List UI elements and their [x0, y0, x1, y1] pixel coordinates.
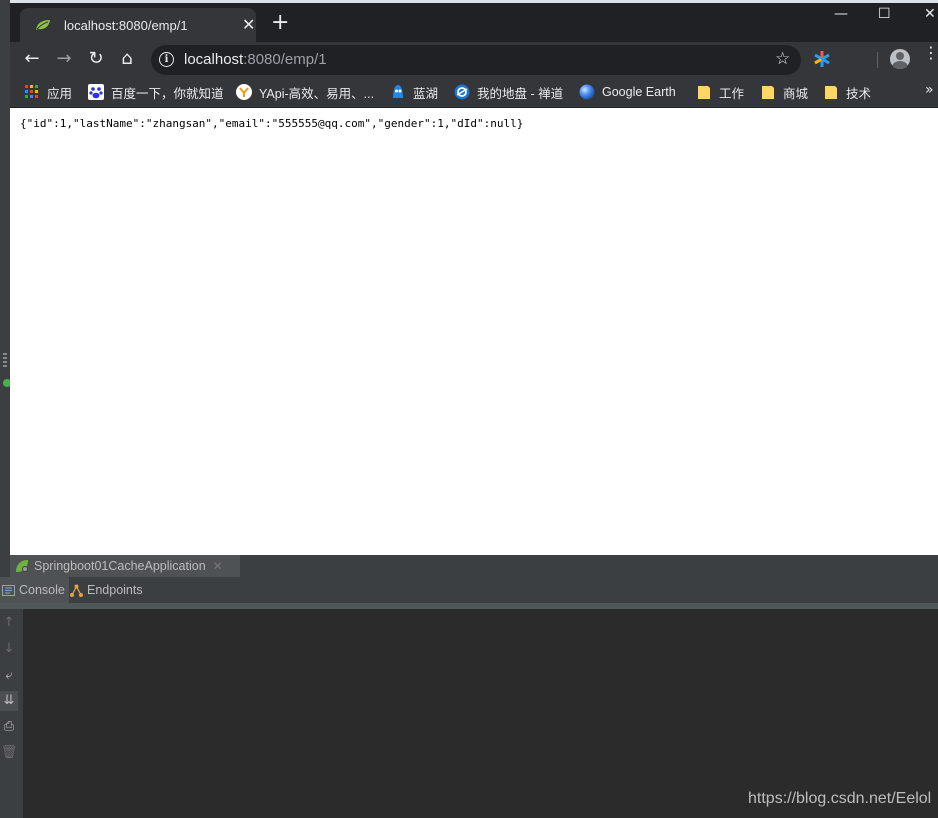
- bookmark-label: 我的地盘 - 禅道: [477, 86, 564, 101]
- url-host: localhost: [184, 51, 244, 68]
- bookmark-lanhu[interactable]: 蓝湖: [390, 77, 438, 107]
- browser-titlebar: localhost:8080/emp/1 ✕ + — ☐ ✕: [10, 0, 938, 45]
- bookmarks-bar: 应用 百度一下，你就知道 YApi-高效、易用、... 蓝湖 我的地盘 - 禅道…: [10, 77, 938, 108]
- run-tab-close-icon[interactable]: ✕: [213, 559, 223, 573]
- tab-close-icon[interactable]: ✕: [242, 15, 255, 34]
- browser-tab[interactable]: localhost:8080/emp/1 ✕: [20, 8, 256, 45]
- bookmark-label: 技术: [846, 86, 872, 101]
- clear-trash-icon[interactable]: 🗑: [0, 743, 18, 763]
- toolbar-separator: [877, 52, 878, 68]
- bookmark-star-icon[interactable]: ☆: [775, 49, 790, 69]
- bookmarks-overflow-button[interactable]: »: [925, 82, 934, 98]
- bookmark-label: 商城: [783, 86, 809, 101]
- tab-console[interactable]: Console: [0, 577, 69, 603]
- new-tab-button[interactable]: +: [271, 12, 289, 34]
- bookmark-baidu[interactable]: 百度一下，你就知道: [88, 77, 224, 107]
- page-viewport: {"id":1,"lastName":"zhangsan","email":"5…: [10, 108, 938, 555]
- bookmark-label: 百度一下，你就知道: [111, 86, 224, 101]
- tab-endpoints-label: Endpoints: [87, 583, 143, 597]
- print-icon[interactable]: ⎙: [0, 717, 18, 737]
- home-button[interactable]: ⌂: [116, 48, 138, 70]
- minimize-button[interactable]: —: [834, 6, 848, 22]
- back-button[interactable]: ←: [21, 48, 43, 70]
- bookmark-google-earth[interactable]: Google Earth: [579, 77, 676, 107]
- bookmark-folder-tech[interactable]: 技术: [823, 77, 871, 107]
- extension-icon[interactable]: [813, 50, 831, 68]
- watermark-text: https://blog.csdn.net/Eelol: [748, 790, 932, 807]
- bookmark-folder-mall[interactable]: 商城: [760, 77, 808, 107]
- address-bar[interactable]: i localhost:8080/emp/1 ☆: [151, 45, 801, 75]
- avatar-body-icon: [892, 61, 908, 69]
- bookmark-label: 工作: [719, 86, 745, 101]
- spring-boot-icon: [16, 560, 28, 572]
- folder-icon: [825, 86, 837, 99]
- browser-window: localhost:8080/emp/1 ✕ + — ☐ ✕ ← → ↻ ⌂ i…: [10, 0, 938, 555]
- bookmark-folder-work[interactable]: 工作: [696, 77, 744, 107]
- menu-kebab-icon[interactable]: ⋮: [923, 45, 938, 61]
- window-close-button[interactable]: ✕: [924, 6, 936, 22]
- url-path: :8080/emp/1: [243, 51, 327, 68]
- run-config-tab[interactable]: Springboot01CacheApplication ✕: [15, 555, 223, 577]
- console-icon: [2, 584, 15, 596]
- scroll-up-arrow-icon[interactable]: ↑: [0, 613, 18, 633]
- forward-button[interactable]: →: [53, 48, 75, 70]
- site-info-icon[interactable]: i: [159, 52, 174, 67]
- tab-title: localhost:8080/emp/1: [64, 18, 188, 33]
- baidu-paw-icon: [88, 84, 104, 100]
- soft-wrap-icon[interactable]: ⤶: [0, 666, 18, 686]
- drag-handle-icon[interactable]: [3, 353, 7, 367]
- spring-leaf-icon: [36, 20, 50, 30]
- bookmark-label: YApi-高效、易用、...: [259, 86, 375, 101]
- bookmark-apps[interactable]: 应用: [24, 77, 72, 107]
- maximize-button[interactable]: ☐: [878, 6, 891, 22]
- ide-left-strip: [0, 0, 11, 555]
- folder-icon: [762, 86, 774, 99]
- tab-endpoints[interactable]: Endpoints: [70, 577, 143, 603]
- run-config-label: Springboot01CacheApplication: [34, 559, 206, 573]
- profile-avatar[interactable]: [890, 49, 910, 69]
- url-text[interactable]: localhost:8080/emp/1: [184, 51, 327, 68]
- bookmark-label: 应用: [47, 86, 73, 101]
- bookmark-label: 蓝湖: [413, 86, 439, 101]
- console-output[interactable]: [23, 609, 938, 818]
- bookmark-yapi[interactable]: YApi-高效、易用、...: [236, 77, 374, 107]
- run-sub-tabs: Console Endpoints: [0, 577, 938, 603]
- tab-console-label: Console: [19, 583, 65, 597]
- folder-icon: [698, 86, 710, 99]
- yapi-icon: [236, 84, 252, 100]
- scroll-down-arrow-icon[interactable]: ↓: [0, 639, 18, 659]
- apps-grid-icon: [25, 85, 38, 98]
- google-earth-icon: [579, 84, 595, 100]
- console-gutter-toolbar: ↑ ↓ ⤶ ⇊ ⎙ 🗑: [0, 609, 23, 818]
- bookmark-label: Google Earth: [602, 85, 676, 99]
- endpoints-icon: [70, 584, 83, 597]
- bookmark-zentao[interactable]: 我的地盘 - 禅道: [454, 77, 563, 107]
- run-tool-window-tabs: Springboot01CacheApplication ✕: [0, 555, 938, 578]
- json-response-text: {"id":1,"lastName":"zhangsan","email":"5…: [20, 117, 524, 130]
- scroll-to-end-icon[interactable]: ⇊: [0, 691, 18, 711]
- zentao-icon: [454, 84, 470, 100]
- avatar-head-icon: [896, 52, 904, 60]
- browser-toolbar: ← → ↻ ⌂ i localhost:8080/emp/1 ☆ ⋮: [10, 42, 938, 77]
- lanhu-icon: [393, 85, 403, 98]
- reload-button[interactable]: ↻: [85, 48, 107, 70]
